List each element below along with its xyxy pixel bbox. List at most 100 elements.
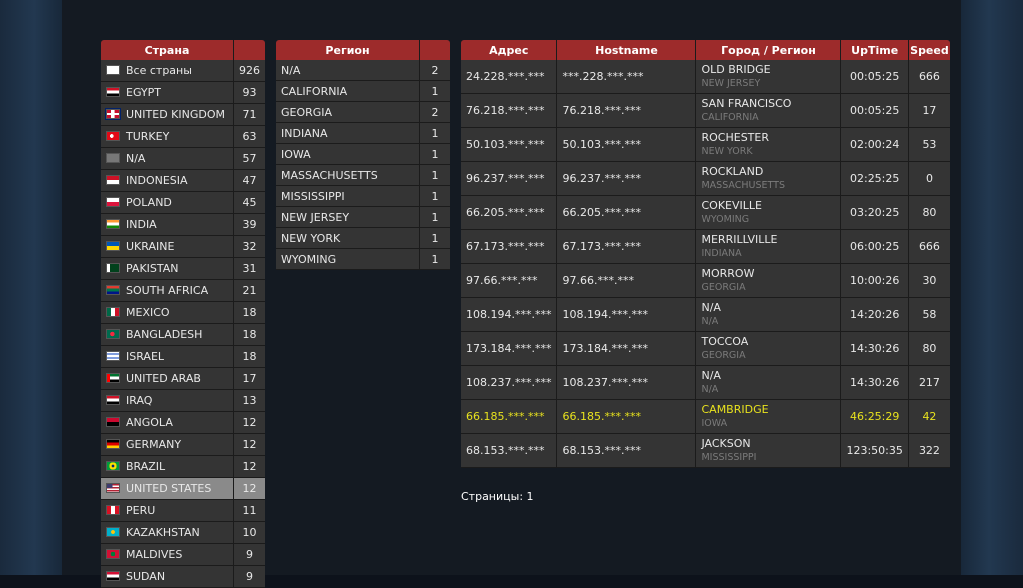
country-name-cell[interactable]: INDONESIA <box>101 170 234 192</box>
country-name-cell[interactable]: MALDIVES <box>101 544 234 566</box>
host-row[interactable]: 173.184.***.*** 173.184.***.*** TOCCOA GEOR… <box>461 332 950 366</box>
country-name[interactable]: UNITED ARAB <box>126 372 201 385</box>
country-row[interactable]: UNITED STATES 12 <box>101 478 265 500</box>
country-row[interactable]: ISRAEL 18 <box>101 346 265 368</box>
host-row[interactable]: 66.205.***.*** 66.205.***.*** COKEVILLE WYO… <box>461 196 950 230</box>
region-name[interactable]: INDIANA <box>276 123 420 144</box>
country-name-cell[interactable]: UNITED ARAB <box>101 368 234 390</box>
country-name-cell[interactable]: SUDAN <box>101 566 234 588</box>
country-row[interactable]: N/A 57 <box>101 148 265 170</box>
host-row[interactable]: 68.153.***.*** 68.153.***.*** JACKSON MISSI… <box>461 434 950 468</box>
region-name[interactable]: NEW YORK <box>276 228 420 249</box>
country-name-cell[interactable]: TURKEY <box>101 126 234 148</box>
region-row[interactable]: NEW JERSEY 1 <box>276 207 450 228</box>
host-row[interactable]: 96.237.***.*** 96.237.***.*** ROCKLAND MASS… <box>461 162 950 196</box>
host-row[interactable]: 108.194.***.*** 108.194.***.*** N/A N/A 14:2… <box>461 298 950 332</box>
country-row[interactable]: BRAZIL 12 <box>101 456 265 478</box>
country-name-cell[interactable]: KAZAKHSTAN <box>101 522 234 544</box>
country-name[interactable]: UKRAINE <box>126 240 174 253</box>
address-column-header[interactable]: Адрес <box>461 40 558 60</box>
country-name-cell[interactable]: UNITED STATES <box>101 478 234 500</box>
host-row[interactable]: 108.237.***.*** 108.237.***.*** N/A N/A 14:3… <box>461 366 950 400</box>
country-name-cell[interactable]: UNITED KINGDOM <box>101 104 234 126</box>
country-name[interactable]: MALDIVES <box>126 548 182 561</box>
country-row[interactable]: POLAND 45 <box>101 192 265 214</box>
country-row[interactable]: TURKEY 63 <box>101 126 265 148</box>
country-name[interactable]: EGYPT <box>126 86 161 99</box>
uptime-column-header[interactable]: UpTime <box>841 40 909 60</box>
country-row[interactable]: UNITED ARAB 17 <box>101 368 265 390</box>
country-row[interactable]: BANGLADESH 18 <box>101 324 265 346</box>
country-name-cell[interactable]: IRAQ <box>101 390 234 412</box>
host-row[interactable]: 50.103.***.*** 50.103.***.*** ROCHESTER NEW… <box>461 128 950 162</box>
country-row[interactable]: GERMANY 12 <box>101 434 265 456</box>
country-name[interactable]: SOUTH AFRICA <box>126 284 208 297</box>
region-name[interactable]: WYOMING <box>276 249 420 270</box>
region-name[interactable]: CALIFORNIA <box>276 81 420 102</box>
country-name-cell[interactable]: MEXICO <box>101 302 234 324</box>
country-row[interactable]: UKRAINE 32 <box>101 236 265 258</box>
country-row[interactable]: ANGOLA 12 <box>101 412 265 434</box>
country-row[interactable]: KAZAKHSTAN 10 <box>101 522 265 544</box>
country-name-cell[interactable]: ANGOLA <box>101 412 234 434</box>
country-name[interactable]: UNITED STATES <box>126 482 211 495</box>
speed-column-header[interactable]: Speed <box>908 40 950 60</box>
region-row[interactable]: GEORGIA 2 <box>276 102 450 123</box>
country-name[interactable]: SUDAN <box>126 570 165 583</box>
country-name-cell[interactable]: BRAZIL <box>101 456 234 478</box>
country-name[interactable]: UNITED KINGDOM <box>126 108 225 121</box>
country-row[interactable]: MALDIVES 9 <box>101 544 265 566</box>
country-name-cell[interactable]: ISRAEL <box>101 346 234 368</box>
region-row[interactable]: IOWA 1 <box>276 144 450 165</box>
region-row[interactable]: N/A 2 <box>276 60 450 81</box>
country-name-cell[interactable]: Все страны <box>101 60 234 82</box>
country-name-cell[interactable]: PERU <box>101 500 234 522</box>
region-row[interactable]: MISSISSIPPI 1 <box>276 186 450 207</box>
country-name-cell[interactable]: POLAND <box>101 192 234 214</box>
country-name-cell[interactable]: N/A <box>101 148 234 170</box>
country-row[interactable]: EGYPT 93 <box>101 82 265 104</box>
region-name[interactable]: NEW JERSEY <box>276 207 420 228</box>
country-name[interactable]: MEXICO <box>126 306 170 319</box>
country-row[interactable]: INDONESIA 47 <box>101 170 265 192</box>
host-row[interactable]: 24.228.***.*** ***.228.***.*** OLD BRIDGE N… <box>461 60 950 94</box>
country-row[interactable]: UNITED KINGDOM 71 <box>101 104 265 126</box>
country-name[interactable]: ANGOLA <box>126 416 173 429</box>
country-name[interactable]: PERU <box>126 504 155 517</box>
country-name[interactable]: PAKISTAN <box>126 262 179 275</box>
region-name[interactable]: GEORGIA <box>276 102 420 123</box>
country-name[interactable]: BRAZIL <box>126 460 165 473</box>
country-name-cell[interactable]: SOUTH AFRICA <box>101 280 234 302</box>
host-row[interactable]: 66.185.***.*** 66.185.***.*** CAMBRIDGE IOW… <box>461 400 950 434</box>
country-row[interactable]: Все страны 926 <box>101 60 265 82</box>
country-name[interactable]: INDONESIA <box>126 174 188 187</box>
country-row[interactable]: IRAQ 13 <box>101 390 265 412</box>
country-row[interactable]: SOUTH AFRICA 21 <box>101 280 265 302</box>
region-row[interactable]: CALIFORNIA 1 <box>276 81 450 102</box>
country-row[interactable]: INDIA 39 <box>101 214 265 236</box>
region-name[interactable]: MASSACHUSETTS <box>276 165 420 186</box>
hostname-column-header[interactable]: Hostname <box>557 40 697 60</box>
country-name[interactable]: Все страны <box>126 64 192 77</box>
country-name[interactable]: KAZAKHSTAN <box>126 526 200 539</box>
country-name-cell[interactable]: UKRAINE <box>101 236 234 258</box>
region-row[interactable]: INDIANA 1 <box>276 123 450 144</box>
country-name[interactable]: GERMANY <box>126 438 181 451</box>
country-name[interactable]: IRAQ <box>126 394 152 407</box>
region-name[interactable]: MISSISSIPPI <box>276 186 420 207</box>
country-name-cell[interactable]: PAKISTAN <box>101 258 234 280</box>
country-name[interactable]: N/A <box>126 152 145 165</box>
country-name[interactable]: BANGLADESH <box>126 328 202 341</box>
country-name[interactable]: POLAND <box>126 196 172 209</box>
country-row[interactable]: SUDAN 9 <box>101 566 265 588</box>
region-row[interactable]: MASSACHUSETTS 1 <box>276 165 450 186</box>
region-name[interactable]: N/A <box>276 60 420 81</box>
region-name[interactable]: IOWA <box>276 144 420 165</box>
country-row[interactable]: PERU 11 <box>101 500 265 522</box>
host-row[interactable]: 76.218.***.*** 76.218.***.*** SAN FRANCISC… <box>461 94 950 128</box>
country-name-cell[interactable]: GERMANY <box>101 434 234 456</box>
country-name[interactable]: INDIA <box>126 218 157 231</box>
host-row[interactable]: 67.173.***.*** 67.173.***.*** MERRILLVILLE… <box>461 230 950 264</box>
region-row[interactable]: NEW YORK 1 <box>276 228 450 249</box>
city-region-column-header[interactable]: Город / Регион <box>696 40 842 60</box>
